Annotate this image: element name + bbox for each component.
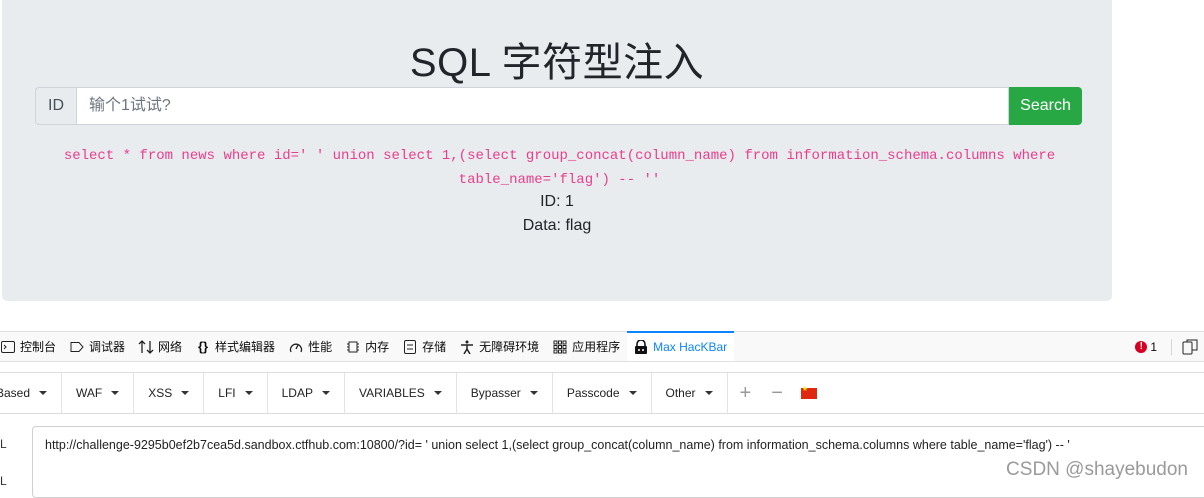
chevron-down-icon <box>244 391 253 395</box>
chevron-down-icon <box>321 391 330 395</box>
divider <box>1171 338 1172 355</box>
tab-console[interactable]: 控制台 <box>0 332 63 361</box>
menu-label: Bypasser <box>470 386 521 400</box>
menu-label: LDAP <box>281 386 313 400</box>
tab-label: 控制台 <box>20 340 57 354</box>
tab-debugger[interactable]: 调试器 <box>63 332 132 361</box>
tab-label: 性能 <box>308 340 333 354</box>
console-icon <box>0 339 16 355</box>
memory-icon <box>345 339 361 355</box>
url-label-2: L <box>0 474 7 488</box>
tab-memory[interactable]: 内存 <box>339 332 396 361</box>
decrease-button[interactable]: − <box>761 373 793 413</box>
tab-label: 网络 <box>158 340 183 354</box>
chevron-down-icon <box>704 391 713 395</box>
tab-performance[interactable]: 性能 <box>282 332 339 361</box>
devtools-right-controls: ! 1 <box>1135 332 1204 361</box>
error-count: 1 <box>1150 339 1157 354</box>
menu-bypasser[interactable]: Bypasser <box>457 373 553 413</box>
tab-label: 应用程序 <box>572 340 621 354</box>
accessibility-icon <box>459 339 475 355</box>
chevron-down-icon <box>433 391 442 395</box>
menu-label: WAF <box>76 386 103 400</box>
dock-layout-icon[interactable] <box>1182 339 1198 355</box>
performance-icon <box>288 339 304 355</box>
menu-waf[interactable]: WAF <box>62 373 135 413</box>
menu-xss[interactable]: XSS <box>134 373 205 413</box>
hackbar-toolbar: Based WAF XSS LFI LDAP VARIABLES Bypasse… <box>0 372 1204 414</box>
storage-icon <box>402 339 418 355</box>
id-input[interactable] <box>76 87 1009 125</box>
menu-label: XSS <box>148 386 173 400</box>
menu-variables[interactable]: VARIABLES <box>345 373 457 413</box>
url-label: L <box>0 437 7 451</box>
menu-label: VARIABLES <box>358 386 425 400</box>
tab-label: 调试器 <box>89 340 126 354</box>
language-button[interactable] <box>793 373 827 413</box>
search-form: ID Search <box>35 87 1082 125</box>
menu-label: LFI <box>218 386 236 400</box>
menu-label: Passcode <box>566 386 620 400</box>
hackbar-icon <box>633 339 649 355</box>
menu-label: Other <box>665 386 696 400</box>
tab-accessibility[interactable]: 无障碍环境 <box>453 332 546 361</box>
tab-label: Max HacKBar <box>653 339 728 354</box>
watermark: CSDN @shayebudon <box>1006 459 1188 480</box>
tab-application[interactable]: 应用程序 <box>546 332 627 361</box>
devtools-tab-bar: 控制台 调试器 网络 {} 样式编辑器 性能 内存 存储 无障碍环境 应用程序 … <box>0 331 1204 362</box>
sql-query-line-2: table_name='flag') -- '' <box>458 172 661 188</box>
tab-max-hackbar[interactable]: Max HacKBar <box>627 331 735 361</box>
error-icon: ! <box>1135 340 1148 353</box>
jumbotron: SQL 字符型注入 ID Search select * from news w… <box>2 0 1112 301</box>
id-label: ID <box>35 87 76 125</box>
chevron-down-icon <box>529 391 538 395</box>
menu-ldap[interactable]: LDAP <box>268 373 345 413</box>
sql-query: select * from news where id=' ' union se… <box>62 144 1057 192</box>
increase-button[interactable]: + <box>728 373 762 413</box>
china-flag-icon <box>800 385 817 399</box>
chevron-down-icon <box>111 391 120 395</box>
menu-passcode[interactable]: Passcode <box>553 373 652 413</box>
page-title: SQL 字符型注入 <box>409 41 705 85</box>
style-editor-icon: {} <box>197 339 209 354</box>
menu-sql-based[interactable]: Based <box>0 373 63 413</box>
tab-storage[interactable]: 存储 <box>396 332 453 361</box>
application-icon <box>552 339 568 355</box>
tab-network[interactable]: 网络 <box>132 332 189 361</box>
tab-style-editor[interactable]: {} 样式编辑器 <box>189 332 282 361</box>
sql-query-line-1: select * from news where id=' ' union se… <box>63 148 1056 164</box>
chevron-down-icon <box>628 391 637 395</box>
url-value: http://challenge-9295b0ef2b7cea5d.sandbo… <box>45 438 1070 452</box>
tab-label: 内存 <box>365 340 390 354</box>
menu-other[interactable]: Other <box>652 373 728 413</box>
tab-label: 存储 <box>422 340 447 354</box>
menu-lfi[interactable]: LFI <box>204 373 268 413</box>
chevron-down-icon <box>39 391 48 395</box>
network-icon <box>138 339 154 355</box>
error-count-badge[interactable]: ! 1 <box>1135 340 1157 354</box>
tab-label: 样式编辑器 <box>215 340 276 354</box>
chevron-down-icon <box>181 391 190 395</box>
result-data: Data: flag <box>522 217 592 234</box>
tab-label: 无障碍环境 <box>479 340 540 354</box>
debugger-icon <box>69 339 85 355</box>
search-button[interactable]: Search <box>1009 87 1082 125</box>
result-id: ID: 1 <box>540 193 574 210</box>
menu-label: Based <box>0 386 31 400</box>
